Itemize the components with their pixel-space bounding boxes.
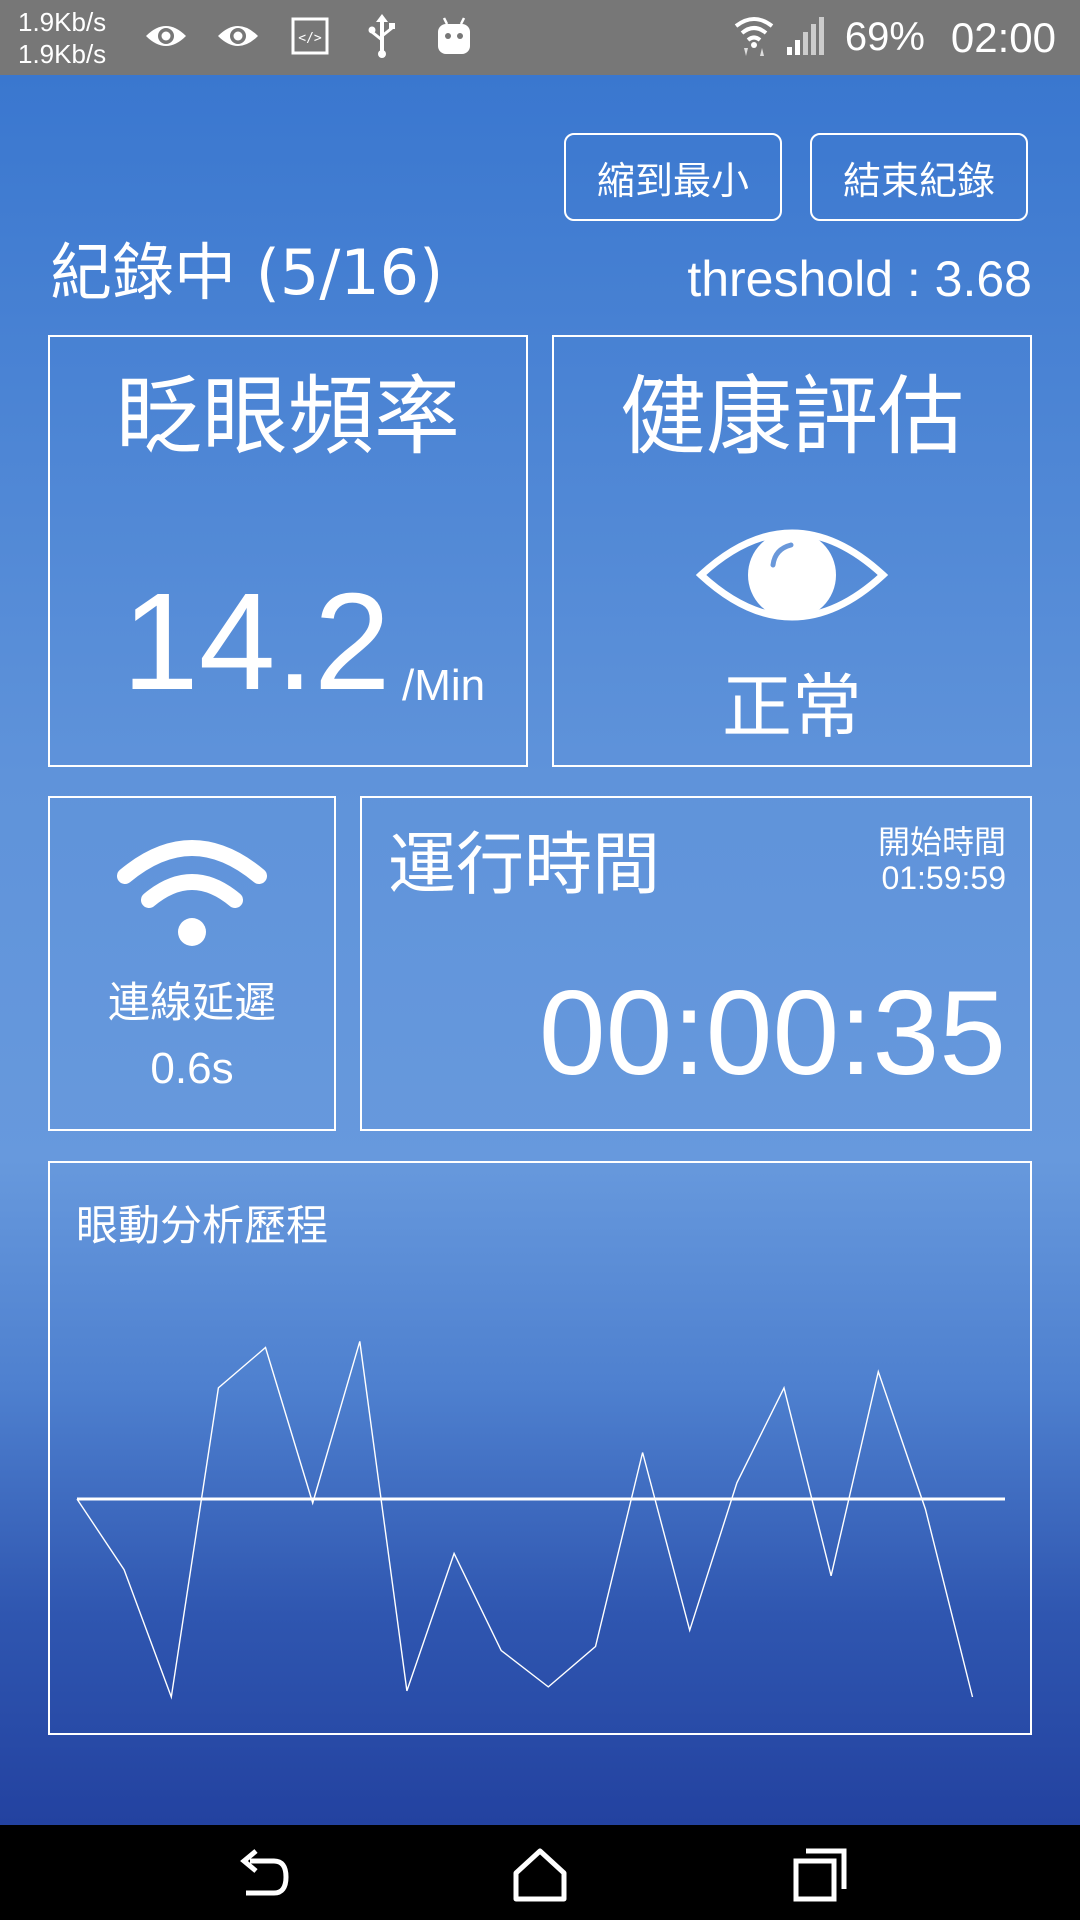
blink-rate-title: 眨眼頻率 (116, 367, 460, 467)
signal-icon (785, 15, 825, 61)
minimize-button[interactable]: 縮到最小 (564, 133, 782, 221)
main-content: 縮到最小 結束紀錄 紀錄中 (5/16) threshold : 3.68 眨眼… (0, 75, 1080, 1825)
connection-latency-value: 0.6s (150, 1044, 234, 1093)
threshold-value: threshold : 3.68 (687, 251, 1032, 307)
health-status: 正常 (722, 666, 862, 748)
eye-movement-history-panel: 眼動分析歷程 (48, 1161, 1032, 1735)
svg-text:</>: </> (298, 31, 322, 46)
start-time-label: 開始時間 (877, 823, 1006, 861)
android-icon (434, 14, 474, 58)
runtime-title: 運行時間 (388, 826, 661, 905)
recording-status: 紀錄中 (5/16) (50, 236, 444, 309)
eye-icon (216, 14, 260, 58)
health-assessment-panel: 健康評估 正常 (552, 335, 1032, 767)
battery-level: 69% (844, 15, 925, 59)
blink-rate-panel: 眨眼頻率 14.2 /Min (48, 335, 528, 767)
back-icon[interactable] (232, 1847, 292, 1903)
usb-icon (362, 14, 402, 58)
code-icon: </> (290, 14, 330, 58)
home-icon[interactable] (510, 1847, 570, 1903)
status-right: 69% 02:00 (733, 0, 1056, 75)
navigation-bar (0, 1825, 1080, 1920)
health-assessment-title: 健康評估 (620, 367, 964, 467)
eye-movement-chart (76, 1341, 1005, 1700)
connection-latency-panel: 連線延遲 0.6s (48, 796, 336, 1131)
eye-icon (144, 14, 188, 58)
wifi-icon (117, 836, 267, 952)
recents-icon[interactable] (790, 1847, 850, 1903)
network-speed: 1.9Kb/s 1.9Kb/s (18, 6, 106, 70)
wifi-icon (733, 14, 775, 62)
status-bar: 1.9Kb/s 1.9Kb/s </> 69% 02:00 (0, 0, 1080, 75)
stop-recording-button[interactable]: 結束紀錄 (810, 133, 1028, 221)
status-clock: 02:00 (950, 13, 1056, 61)
elapsed-time: 00:00:35 (538, 966, 1006, 1100)
runtime-panel: 運行時間 開始時間 01:59:59 00:00:35 (360, 796, 1032, 1131)
network-speed-up: 1.9Kb/s (18, 7, 107, 37)
blink-rate-unit: /Min (402, 661, 486, 710)
blink-rate-value: 14.2 (122, 565, 391, 719)
start-time-value: 01:59:59 (881, 860, 1006, 896)
series-line-0 (76, 1341, 974, 1700)
eye-icon (695, 517, 889, 637)
connection-latency-label: 連線延遲 (107, 978, 276, 1027)
network-speed-down: 1.9Kb/s (18, 39, 107, 69)
